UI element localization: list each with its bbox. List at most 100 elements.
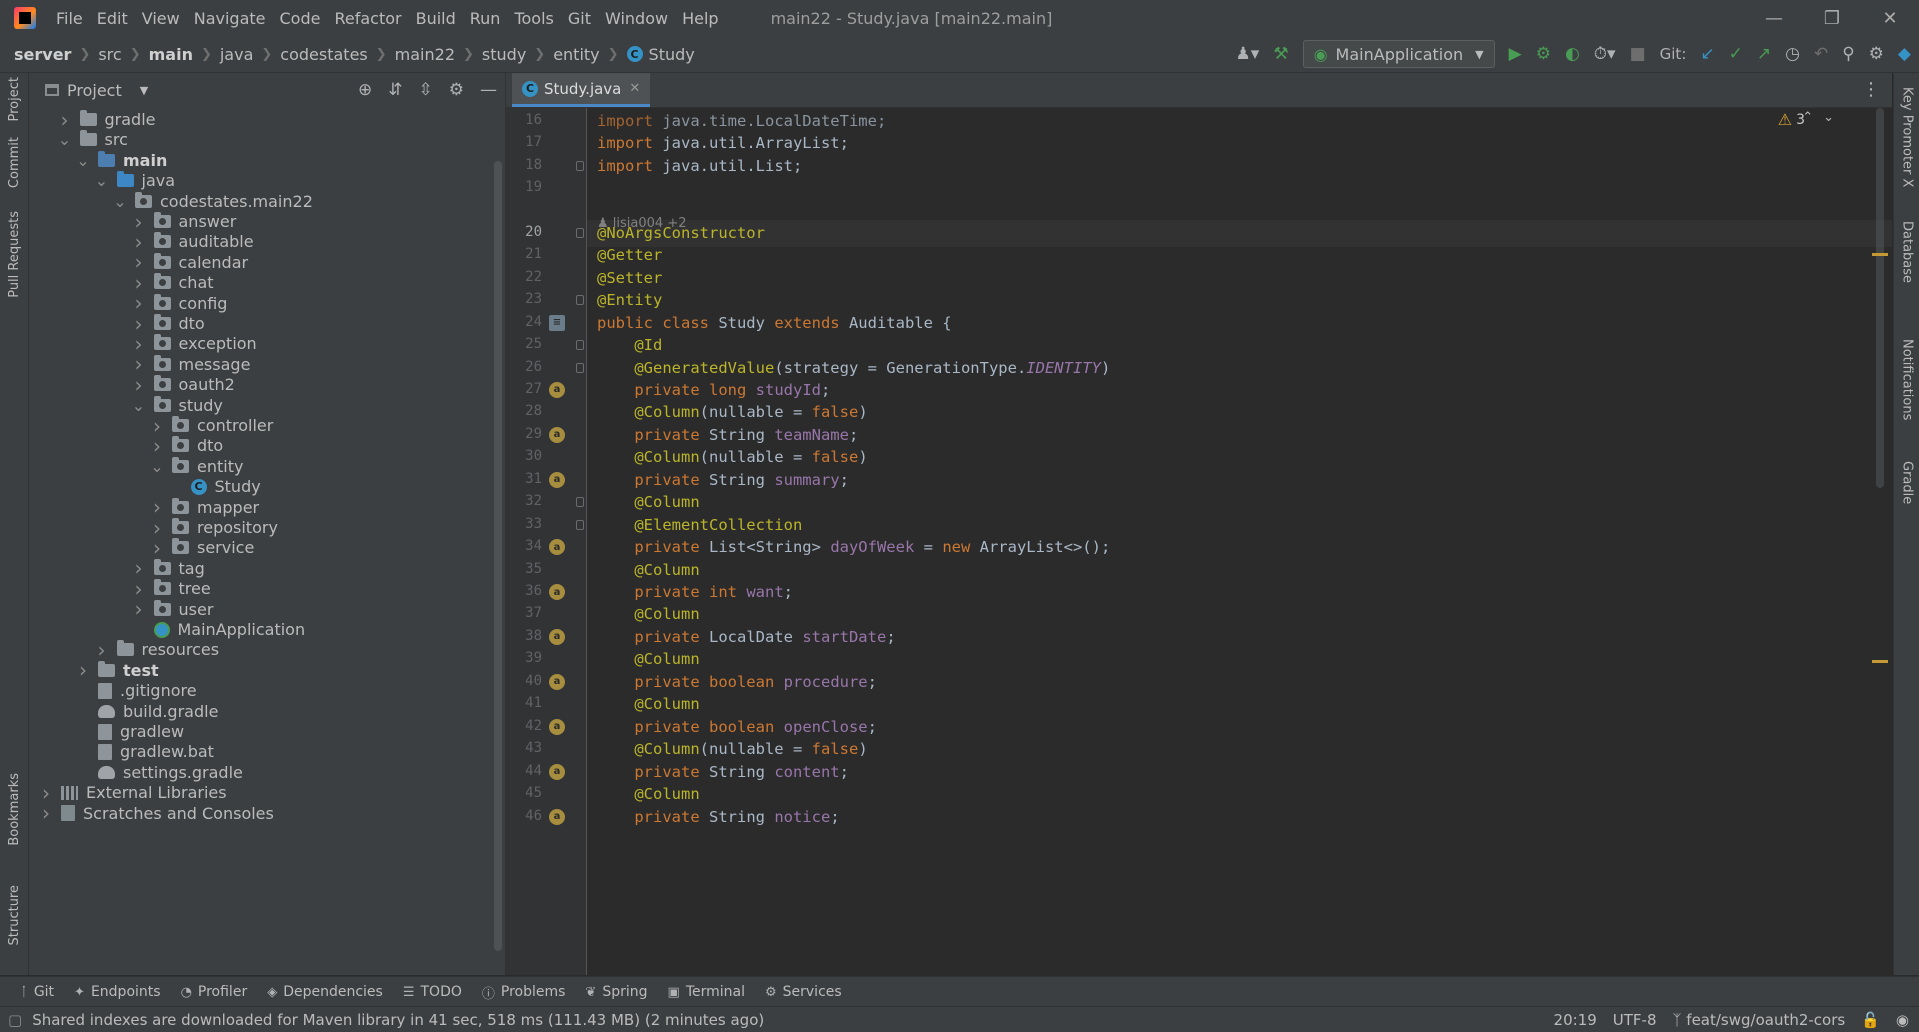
column-annotation-icon[interactable]: a xyxy=(549,539,565,556)
stop-icon[interactable]: ■ xyxy=(1630,45,1646,63)
run-icon[interactable]: ▶ xyxy=(1509,45,1522,63)
fold-marker-icon[interactable] xyxy=(576,340,584,351)
line-number[interactable]: 19 xyxy=(506,179,542,195)
column-annotation-icon[interactable]: a xyxy=(549,426,565,443)
line-number[interactable]: 28 xyxy=(506,403,542,419)
code-editor[interactable]: import java.time.LocalDateTime; import ja… xyxy=(587,108,1892,975)
git-push-icon[interactable]: ↗ xyxy=(1757,45,1771,63)
profile-icon[interactable]: ⏱▾ xyxy=(1594,45,1616,63)
line-number[interactable]: 17 xyxy=(506,134,542,150)
git-commit-icon[interactable]: ✓ xyxy=(1729,45,1743,63)
hide-icon[interactable]: — xyxy=(480,81,497,99)
tool-tab-commit[interactable]: Commit xyxy=(0,137,28,188)
breadcrumb-item[interactable]: main22 xyxy=(395,45,455,64)
line-number[interactable]: 35 xyxy=(506,561,542,577)
bottom-tab-profiler[interactable]: ◔ Profiler xyxy=(181,984,248,1000)
code-line[interactable]: private String notice; xyxy=(597,804,839,831)
menu-view[interactable]: View xyxy=(142,9,180,28)
bottom-tab-services[interactable]: ⚙ Services xyxy=(765,984,842,1000)
warning-navigation[interactable]: ⌃⌄ xyxy=(1802,110,1844,125)
breadcrumb-item[interactable]: server xyxy=(14,45,71,64)
warning-stripe[interactable] xyxy=(1872,660,1888,663)
coverage-icon[interactable]: ◐ xyxy=(1565,45,1580,63)
menu-window[interactable]: Window xyxy=(605,9,668,28)
line-number[interactable]: 42 xyxy=(506,718,542,734)
bottom-tab-terminal[interactable]: ▣ Terminal xyxy=(668,984,745,1000)
chevron-down-icon[interactable]: ⌄ xyxy=(95,171,109,190)
code-line[interactable]: import java.util.List; xyxy=(597,153,802,180)
search-icon[interactable]: ⚲ xyxy=(1842,45,1854,63)
chevron-down-icon[interactable]: ▼ xyxy=(140,84,148,97)
project-panel-title[interactable]: Project xyxy=(67,81,122,100)
line-number[interactable]: 27 xyxy=(506,381,542,397)
line-number[interactable]: 24 xyxy=(506,314,542,330)
line-number[interactable]: 18 xyxy=(506,157,542,173)
line-number[interactable]: 34 xyxy=(506,538,542,554)
status-toggle-icon[interactable]: ▢ xyxy=(8,1011,22,1029)
restore-icon[interactable]: ❐ xyxy=(1803,0,1861,36)
chevron-right-icon[interactable]: › xyxy=(39,801,53,825)
line-number[interactable]: 20 xyxy=(506,224,542,240)
bottom-tab-endpoints[interactable]: ✦ Endpoints xyxy=(74,984,161,1000)
menu-file[interactable]: File xyxy=(56,9,83,28)
fold-marker-icon[interactable] xyxy=(576,497,584,508)
line-number[interactable]: 44 xyxy=(506,763,542,779)
breadcrumb-item[interactable]: study xyxy=(482,45,526,64)
column-annotation-icon[interactable]: a xyxy=(549,808,565,825)
debug-icon[interactable]: ⚙ xyxy=(1536,45,1551,63)
file-encoding[interactable]: UTF-8 xyxy=(1613,1011,1657,1029)
code-author-hint[interactable]: ♟ lisia004 +2 xyxy=(597,216,686,231)
tool-tab-project[interactable]: Project xyxy=(0,77,28,121)
tool-tab-pull-requests[interactable]: Pull Requests xyxy=(0,211,28,298)
column-annotation-icon[interactable]: a xyxy=(549,628,565,645)
status-message[interactable]: Shared indexes are downloaded for Maven … xyxy=(32,1011,764,1029)
menu-git[interactable]: Git xyxy=(568,9,591,28)
chevron-down-icon[interactable]: ⌄ xyxy=(132,396,146,415)
line-number[interactable]: 46 xyxy=(506,808,542,824)
line-number[interactable]: 36 xyxy=(506,583,542,599)
user-icon[interactable]: ♟▾ xyxy=(1236,45,1260,63)
warning-stripe[interactable] xyxy=(1872,253,1888,256)
chevron-down-icon[interactable]: ⌄ xyxy=(113,192,127,211)
fold-marker-icon[interactable] xyxy=(576,519,584,530)
close-tab-icon[interactable]: ✕ xyxy=(629,81,640,96)
chevron-down-icon[interactable]: ⌄ xyxy=(58,130,72,149)
line-number[interactable]: 40 xyxy=(506,673,542,689)
plugin-icon[interactable]: ◆ xyxy=(1898,45,1911,63)
column-annotation-icon[interactable]: a xyxy=(549,673,565,690)
tool-tab-database[interactable]: Database xyxy=(1894,221,1919,283)
collapse-all-icon[interactable]: ⇳ xyxy=(419,81,433,99)
line-number[interactable]: 41 xyxy=(506,695,542,711)
fold-marker-icon[interactable] xyxy=(576,362,584,373)
breadcrumb-item[interactable]: src xyxy=(98,45,121,64)
rollback-icon[interactable]: ↶ xyxy=(1814,45,1828,63)
minimize-icon[interactable]: — xyxy=(1745,0,1803,36)
menu-code[interactable]: Code xyxy=(280,9,321,28)
settings-gear-icon[interactable]: ⚙ xyxy=(1869,45,1884,63)
menu-navigate[interactable]: Navigate xyxy=(194,9,266,28)
chevron-down-icon[interactable]: ⌄ xyxy=(76,151,90,170)
git-branch-widget[interactable]: ᛉ feat/swg/oauth2-cors xyxy=(1673,1011,1846,1029)
locate-icon[interactable]: ⊕ xyxy=(358,81,372,99)
fold-marker-icon[interactable] xyxy=(576,295,584,306)
breadcrumb-item[interactable]: codestates xyxy=(280,45,367,64)
line-number[interactable]: 45 xyxy=(506,785,542,801)
column-annotation-icon[interactable]: a xyxy=(549,471,565,488)
line-number[interactable]: 21 xyxy=(506,246,542,262)
line-number[interactable]: 22 xyxy=(506,269,542,285)
project-scrollbar[interactable] xyxy=(494,161,502,951)
menu-refactor[interactable]: Refactor xyxy=(334,9,401,28)
close-icon[interactable]: ✕ xyxy=(1861,0,1919,36)
memory-indicator-icon[interactable]: ◉ xyxy=(1896,1011,1909,1029)
bottom-tab-problems[interactable]: ⓘ Problems xyxy=(482,983,566,1002)
tool-tab-structure[interactable]: Structure xyxy=(0,885,28,945)
tool-tab-bookmarks[interactable]: Bookmarks xyxy=(0,773,28,846)
bottom-tab-spring[interactable]: ❦ Spring xyxy=(585,984,647,1000)
line-number[interactable]: 37 xyxy=(506,605,542,621)
fold-marker-icon[interactable] xyxy=(576,227,584,238)
tree-item-scratches-and-consoles[interactable]: › Scratches and Consoles xyxy=(29,801,274,826)
run-configuration-select[interactable]: ◉ MainApplication ▼ xyxy=(1302,40,1495,68)
history-icon[interactable]: ◷ xyxy=(1785,45,1800,63)
menu-help[interactable]: Help xyxy=(682,9,718,28)
breadcrumb-item[interactable]: java xyxy=(220,45,254,64)
